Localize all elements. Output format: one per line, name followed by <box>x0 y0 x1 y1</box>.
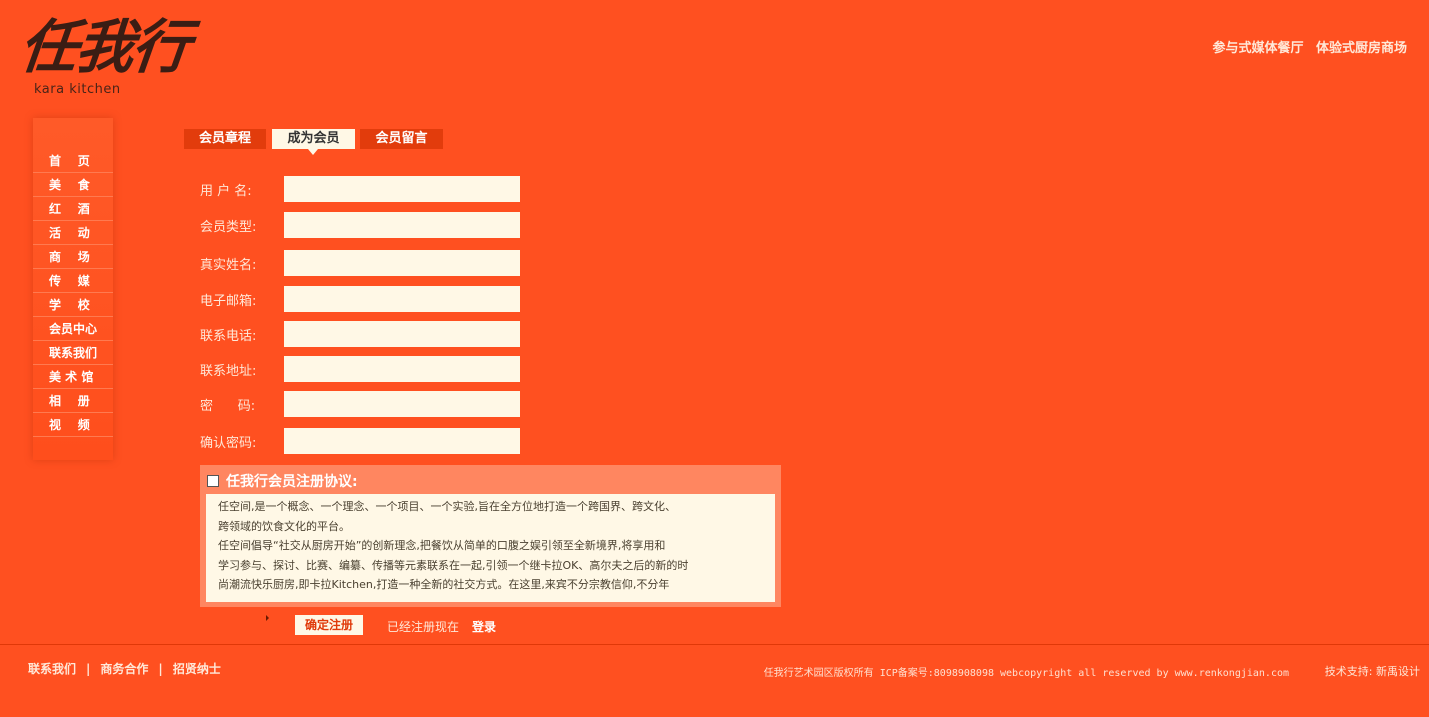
agreement-line: 任空间倡导“社交从厨房开始”的创新理念,把餐饮从简单的口腹之娱引领至全新境界,将… <box>218 539 666 552</box>
confirm-password-input[interactable] <box>284 428 520 454</box>
header-tagline: 参与式媒体餐厅 体验式厨房商场 <box>1204 37 1407 56</box>
form-row-email: 电子邮箱: <box>200 286 520 312</box>
confirm-register-button[interactable]: 确定注册 <box>295 615 363 635</box>
sidebar-item-wine[interactable]: 红 酒 <box>33 197 113 221</box>
footer-link-contact[interactable]: 联系我们 <box>28 662 76 676</box>
agreement-text-box[interactable]: 任空间,是一个概念、一个理念、一个项目、一个实验,旨在全方位地打造一个跨国界、跨… <box>206 494 775 602</box>
sidebar-item-food[interactable]: 美 食 <box>33 173 113 197</box>
real-name-input[interactable] <box>284 250 520 276</box>
already-registered-text: 已经注册现在 <box>387 620 460 634</box>
form-row-address: 联系地址: <box>200 356 520 382</box>
footer-link-careers[interactable]: 招贤纳士 <box>173 662 221 676</box>
footer-link-business[interactable]: 商务合作 <box>100 662 148 676</box>
footer-separator: | <box>158 662 163 676</box>
address-input[interactable] <box>284 356 520 382</box>
password-label: 密 码: <box>200 399 256 414</box>
phone-label: 联系电话: <box>200 329 257 344</box>
tab-member-messages[interactable]: 会员留言 <box>360 129 443 149</box>
sidebar-item-media[interactable]: 传 媒 <box>33 269 113 293</box>
form-row-member-type: 会员类型: <box>200 212 520 238</box>
form-row-password: 密 码: <box>200 391 520 417</box>
sidebar-item-mall[interactable]: 商 场 <box>33 245 113 269</box>
agreement-line: 跨领域的饮食文化的平台。 <box>218 519 350 533</box>
form-row-phone: 联系电话: <box>200 321 520 347</box>
agreement-panel: 任我行会员注册协议: 任空间,是一个概念、一个理念、一个项目、一个实验,旨在全方… <box>200 465 781 607</box>
form-row-username: 用 户 名: <box>200 176 520 202</box>
tab-member-rules[interactable]: 会员章程 <box>184 129 266 149</box>
logo[interactable]: 任我行 kara kitchen <box>16 13 220 104</box>
sidebar-item-album[interactable]: 相 册 <box>33 389 113 413</box>
password-input[interactable] <box>284 391 520 417</box>
sidebar-item-home[interactable]: 首 页 <box>33 149 113 173</box>
agreement-line: 学习参与、探讨、比赛、编纂、传播等元素联系在一起,引领一个继卡拉OK、高尔夫之后… <box>218 558 689 572</box>
footer-divider <box>0 644 1429 645</box>
sidebar-item-school[interactable]: 学 校 <box>33 293 113 317</box>
member-type-label: 会员类型: <box>200 220 257 235</box>
sidebar-item-events[interactable]: 活 动 <box>33 221 113 245</box>
submit-row: 确定注册 已经注册现在 登录 <box>266 615 566 637</box>
footer-separator: | <box>86 662 91 676</box>
footer-links: 联系我们 | 商务合作 | 招贤纳士 <box>28 660 221 677</box>
confirm-password-label: 确认密码: <box>200 436 257 451</box>
arrow-icon <box>266 615 269 621</box>
form-row-confirm-password: 确认密码: <box>200 428 520 454</box>
sidebar-nav: 首 页 美 食 红 酒 活 动 商 场 传 媒 学 校 会员中心 联系我们 美 … <box>33 118 113 460</box>
login-link[interactable]: 登录 <box>472 618 496 635</box>
sidebar-item-gallery[interactable]: 美 术 馆 <box>33 365 113 389</box>
footer-tech-support: 技术支持: 新禹设计 <box>1324 665 1420 678</box>
member-type-input[interactable] <box>284 212 520 238</box>
tagline-kitchen-mall: 体验式厨房商场 <box>1315 41 1407 56</box>
sidebar-item-contact[interactable]: 联系我们 <box>33 341 113 365</box>
form-row-real-name: 真实姓名: <box>200 250 520 276</box>
tagline-media-restaurant: 参与式媒体餐厅 <box>1212 41 1304 56</box>
sidebar-item-member-center[interactable]: 会员中心 <box>33 317 113 341</box>
logo-subtitle: kara kitchen <box>34 82 121 97</box>
logo-title: 任我行 <box>16 13 192 81</box>
agreement-title: 任我行会员注册协议: <box>226 474 358 490</box>
agreement-line: 任空间,是一个概念、一个理念、一个项目、一个实验,旨在全方位地打造一个跨国界、跨… <box>218 500 676 513</box>
email-label: 电子邮箱: <box>200 294 257 309</box>
footer-copyright: 任我行艺术园区版权所有 ICP备案号:8098908098 webcopyrig… <box>763 668 1289 679</box>
email-input[interactable] <box>284 286 520 312</box>
username-label: 用 户 名: <box>200 184 252 199</box>
sidebar-item-video[interactable]: 视 频 <box>33 413 113 437</box>
address-label: 联系地址: <box>200 364 257 379</box>
phone-input[interactable] <box>284 321 520 347</box>
tab-become-member[interactable]: 成为会员 <box>272 129 355 155</box>
real-name-label: 真实姓名: <box>200 258 257 273</box>
agreement-checkbox[interactable] <box>207 475 219 487</box>
username-input[interactable] <box>284 176 520 202</box>
agreement-line: 尚潮流快乐厨房,即卡拉Kitchen,打造一种全新的社交方式。在这里,来宾不分宗… <box>218 578 670 591</box>
